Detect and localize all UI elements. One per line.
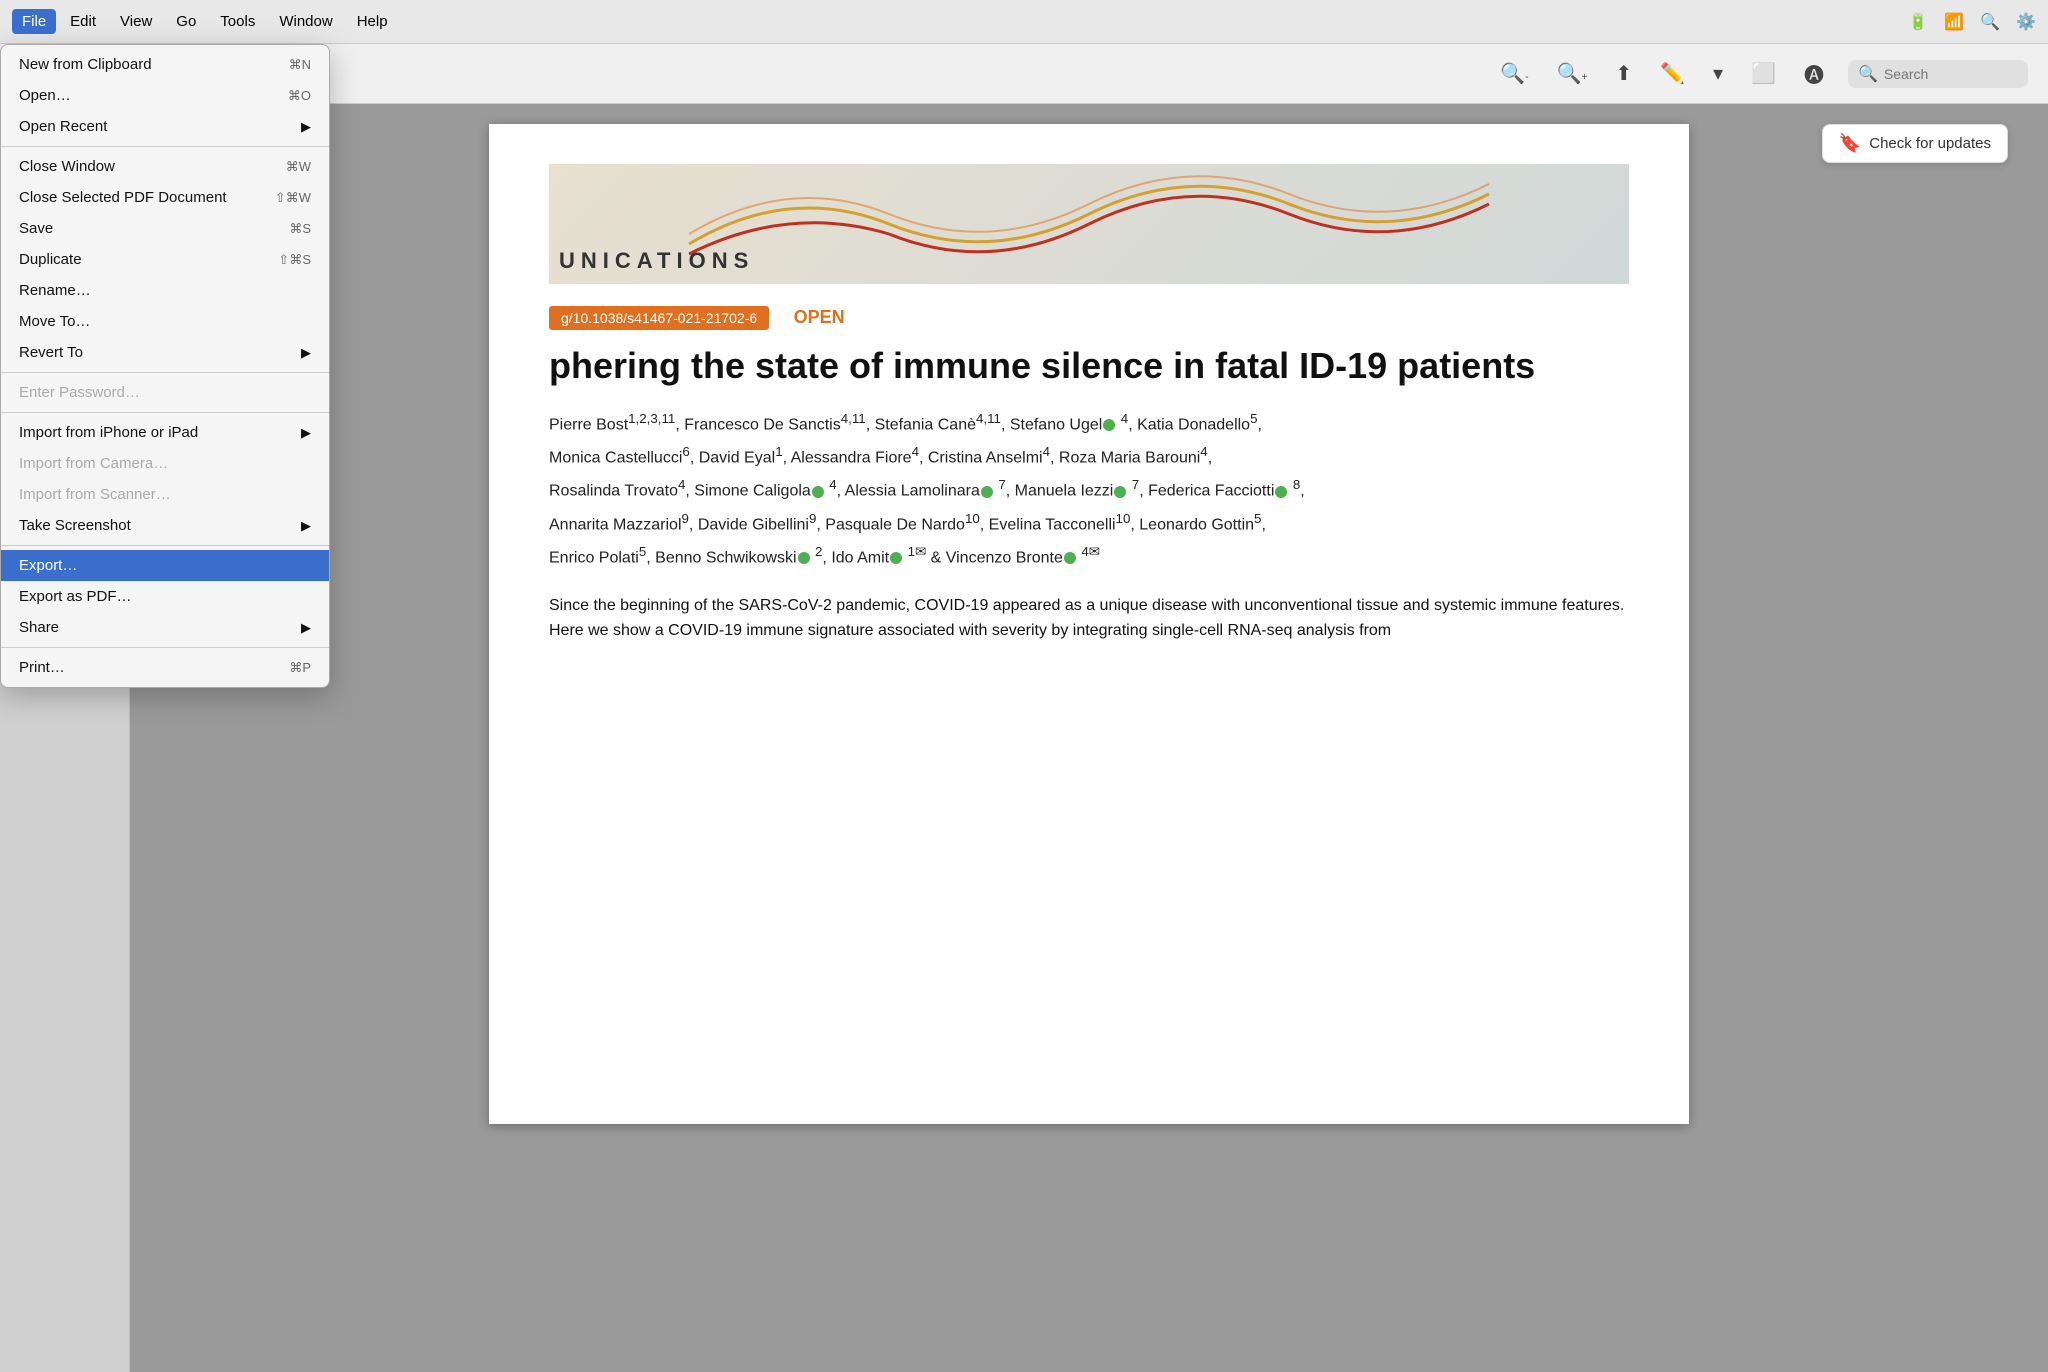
redact-button[interactable]: 🅐 (1800, 55, 1828, 92)
menubar-edit[interactable]: Edit (60, 9, 106, 34)
menubar-go[interactable]: Go (166, 9, 206, 34)
search-input[interactable] (1884, 66, 2014, 82)
authors-section: Pierre Bost1,2,3,11, Francesco De Sancti… (549, 407, 1629, 573)
arrow-take-screenshot: ▶ (301, 518, 311, 534)
shortcut-close-pdf: ⇧⌘W (275, 190, 311, 206)
journal-header-banner: UNICATIONS (549, 164, 1629, 284)
shortcut-save: ⌘S (289, 221, 311, 237)
menu-item-import-scanner: Import from Scanner… (1, 479, 329, 510)
shortcut-duplicate: ⇧⌘S (278, 252, 311, 268)
article-title: phering the state of immune silence in f… (549, 344, 1629, 387)
menu-label-take-screenshot: Take Screenshot (19, 517, 301, 534)
shortcut-new-from-clipboard: ⌘N (289, 57, 311, 73)
menu-item-take-screenshot[interactable]: Take Screenshot ▶ (1, 510, 329, 541)
pdf-content: 🔖 Check for updates UNICATIONS g/10.1038… (130, 104, 2048, 1372)
sidebar-button[interactable]: ⬜ (1747, 57, 1780, 90)
check-updates-icon: 🔖 (1839, 133, 1861, 154)
menu-label-save: Save (19, 220, 289, 237)
share-button[interactable]: ⬆ (1611, 57, 1636, 90)
shortcut-open: ⌘O (288, 88, 311, 104)
menubar-right-icons: 🔋 📶 🔍 ⚙️ (1908, 12, 2036, 32)
menu-label-export-as-pdf: Export as PDF… (19, 588, 311, 605)
menubar-view[interactable]: View (110, 9, 162, 34)
menu-item-move-to[interactable]: Move To… (1, 306, 329, 337)
separator-3 (1, 412, 329, 413)
menu-item-duplicate[interactable]: Duplicate ⇧⌘S (1, 244, 329, 275)
menu-label-open-recent: Open Recent (19, 118, 301, 135)
control-center-icon[interactable]: ⚙️ (2016, 12, 2036, 32)
menu-item-rename[interactable]: Rename… (1, 275, 329, 306)
menu-label-move-to: Move To… (19, 313, 311, 330)
menu-item-open-recent[interactable]: Open Recent ▶ (1, 111, 329, 142)
pdf-page: UNICATIONS g/10.1038/s41467-021-21702-6 … (489, 124, 1689, 1124)
menu-label-revert-to: Revert To (19, 344, 301, 361)
annotate-chevron-icon[interactable]: ▾ (1709, 57, 1727, 90)
zoom-out-button[interactable]: 🔍- (1496, 57, 1532, 90)
separator-4 (1, 545, 329, 546)
arrow-share: ▶ (301, 620, 311, 636)
menu-label-import-camera: Import from Camera… (19, 455, 311, 472)
menu-item-enter-password: Enter Password… (1, 377, 329, 408)
journal-name: UNICATIONS (559, 248, 754, 274)
abstract-text: Since the beginning of the SARS-CoV-2 pa… (549, 593, 1629, 644)
menu-item-import-iphone[interactable]: Import from iPhone or iPad ▶ (1, 417, 329, 448)
check-updates-button[interactable]: 🔖 Check for updates (1822, 124, 2008, 163)
arrow-import-iphone: ▶ (301, 425, 311, 441)
zoom-in-button[interactable]: 🔍+ (1553, 57, 1592, 90)
menu-label-import-iphone: Import from iPhone or iPad (19, 424, 301, 441)
menu-label-close-pdf: Close Selected PDF Document (19, 189, 275, 206)
search-icon[interactable]: 🔍 (1980, 12, 2000, 32)
menu-item-import-camera: Import from Camera… (1, 448, 329, 479)
arrow-revert-to: ▶ (301, 345, 311, 361)
search-icon: 🔍 (1858, 64, 1878, 84)
menu-label-print: Print… (19, 659, 289, 676)
menu-label-new-from-clipboard: New from Clipboard (19, 56, 289, 73)
menu-label-duplicate: Duplicate (19, 251, 278, 268)
menu-item-close-pdf[interactable]: Close Selected PDF Document ⇧⌘W (1, 182, 329, 213)
menu-item-share[interactable]: Share ▶ (1, 612, 329, 643)
menu-label-open: Open… (19, 87, 288, 104)
menu-label-rename: Rename… (19, 282, 311, 299)
menubar-tools[interactable]: Tools (210, 9, 265, 34)
menu-item-revert-to[interactable]: Revert To ▶ (1, 337, 329, 368)
menubar-window[interactable]: Window (269, 9, 342, 34)
menu-item-save[interactable]: Save ⌘S (1, 213, 329, 244)
doi-row: g/10.1038/s41467-021-21702-6 OPEN (549, 296, 1629, 334)
menu-label-share: Share (19, 619, 301, 636)
open-access-badge: OPEN (794, 307, 845, 328)
arrow-open-recent: ▶ (301, 119, 311, 135)
annotate-button[interactable]: ✏️ (1656, 57, 1689, 90)
menu-label-enter-password: Enter Password… (19, 384, 311, 401)
search-box[interactable]: 🔍 (1848, 60, 2028, 88)
file-dropdown-menu: New from Clipboard ⌘N Open… ⌘O Open Rece… (0, 44, 330, 688)
wifi-icon: 📶 (1944, 12, 1964, 32)
separator-5 (1, 647, 329, 648)
menu-item-open[interactable]: Open… ⌘O (1, 80, 329, 111)
toolbar-icons: 🔍- 🔍+ ⬆ ✏️ ▾ ⬜ 🅐 🔍 (1496, 55, 2028, 92)
menubar: File Edit View Go Tools Window Help 🔋 📶 … (0, 0, 2048, 44)
menu-item-export-as-pdf[interactable]: Export as PDF… (1, 581, 329, 612)
menu-item-new-from-clipboard[interactable]: New from Clipboard ⌘N (1, 49, 329, 80)
battery-icon: 🔋 (1908, 12, 1928, 32)
menu-item-close-window[interactable]: Close Window ⌘W (1, 151, 329, 182)
menu-item-export[interactable]: Export… (1, 550, 329, 581)
menubar-help[interactable]: Help (347, 9, 398, 34)
menu-label-import-scanner: Import from Scanner… (19, 486, 311, 503)
shortcut-close-window: ⌘W (286, 159, 311, 175)
check-updates-label: Check for updates (1869, 135, 1991, 152)
separator-1 (1, 146, 329, 147)
menu-label-close-window: Close Window (19, 158, 286, 175)
menubar-file[interactable]: File (12, 9, 56, 34)
doi-badge: g/10.1038/s41467-021-21702-6 (549, 306, 769, 330)
shortcut-print: ⌘P (289, 660, 311, 676)
separator-2 (1, 372, 329, 373)
menu-item-print[interactable]: Print… ⌘P (1, 652, 329, 683)
menu-label-export: Export… (19, 557, 311, 574)
